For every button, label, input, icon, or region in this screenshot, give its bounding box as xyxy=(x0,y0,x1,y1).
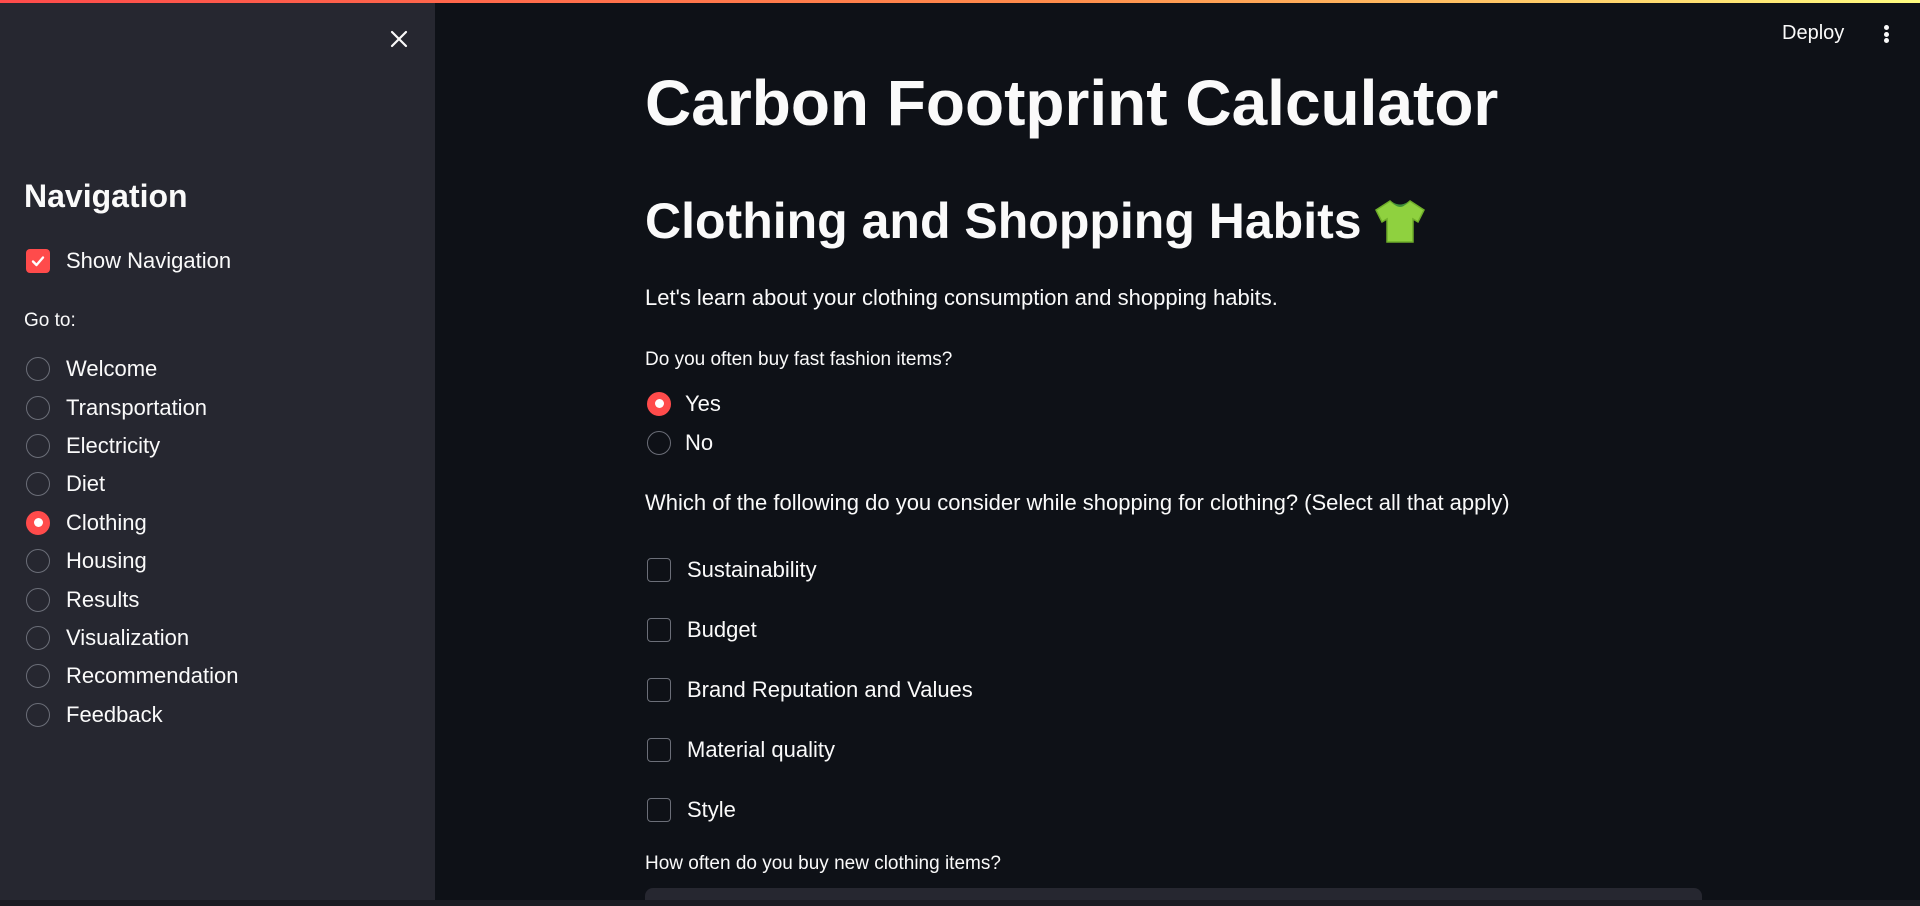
checkbox-brand-reputation[interactable]: Brand Reputation and Values xyxy=(647,660,973,720)
nav-item-label: Clothing xyxy=(66,509,147,535)
nav-item-housing[interactable]: Housing xyxy=(26,542,238,580)
close-sidebar-button[interactable] xyxy=(384,24,414,54)
checkbox-budget[interactable]: Budget xyxy=(647,600,973,660)
nav-item-visualization[interactable]: Visualization xyxy=(26,619,238,657)
checkbox-label: Material quality xyxy=(687,737,835,762)
nav-item-diet[interactable]: Diet xyxy=(26,465,238,503)
checkbox-label: Budget xyxy=(687,617,757,642)
kebab-dot-icon xyxy=(1883,25,1889,30)
nav-item-results[interactable]: Results xyxy=(26,580,238,618)
checkbox-label: Style xyxy=(687,797,736,822)
checkbox-icon xyxy=(647,678,671,702)
deploy-button[interactable]: Deploy xyxy=(1782,22,1844,45)
checkbox-icon xyxy=(647,798,671,822)
checkbox-style[interactable]: Style xyxy=(647,780,973,840)
radio-icon xyxy=(26,472,50,497)
checkbox-icon xyxy=(647,558,671,582)
nav-item-electricity[interactable]: Electricity xyxy=(26,427,238,465)
fast-fashion-option-no[interactable]: No xyxy=(647,423,721,462)
checkbox-icon xyxy=(647,618,671,642)
nav-item-clothing[interactable]: Clothing xyxy=(26,504,238,542)
nav-item-recommendation[interactable]: Recommendation xyxy=(26,657,238,695)
page-title: Carbon Footprint Calculator xyxy=(645,67,1499,139)
section-title-text: Clothing and Shopping Habits xyxy=(645,193,1362,249)
show-navigation-checkbox[interactable]: Show Navigation xyxy=(26,248,231,274)
radio-icon xyxy=(26,702,50,727)
checkbox-icon xyxy=(647,738,671,762)
checkbox-sustainability[interactable]: Sustainability xyxy=(647,540,973,600)
radio-icon xyxy=(26,549,50,574)
nav-item-transportation[interactable]: Transportation xyxy=(26,388,238,426)
checkbox-material-quality[interactable]: Material quality xyxy=(647,720,973,780)
fast-fashion-question-label: Do you often buy fast fashion items? xyxy=(645,349,953,370)
kebab-dot-icon xyxy=(1883,38,1889,43)
nav-item-label: Housing xyxy=(66,548,147,574)
radio-selected-icon xyxy=(26,510,50,535)
checkbox-label: Sustainability xyxy=(687,557,817,582)
goto-label: Go to: xyxy=(24,310,76,331)
radio-selected-icon xyxy=(647,391,671,416)
top-decoration-line xyxy=(0,0,1920,3)
nav-radio-group: Welcome Transportation Electricity Diet … xyxy=(26,350,238,734)
radio-icon xyxy=(26,625,50,650)
section-title: Clothing and Shopping Habits xyxy=(645,192,1428,250)
nav-item-label: Transportation xyxy=(66,394,208,420)
sidebar: Navigation Show Navigation Go to: Welcom… xyxy=(0,0,435,906)
t-shirt-icon xyxy=(1374,200,1425,243)
nav-item-label: Welcome xyxy=(66,356,158,382)
sidebar-title: Navigation xyxy=(24,178,188,214)
nav-item-welcome[interactable]: Welcome xyxy=(26,350,238,388)
radio-icon xyxy=(26,664,50,689)
nav-item-label: Electricity xyxy=(66,432,161,458)
nav-item-label: Diet xyxy=(66,471,106,497)
checkbox-checked-icon xyxy=(26,249,50,273)
radio-icon xyxy=(26,395,50,420)
option-label: Yes xyxy=(685,390,721,416)
shopping-considerations-checkbox-group: Sustainability Budget Brand Reputation a… xyxy=(647,540,973,840)
main-menu-button[interactable] xyxy=(1876,22,1896,46)
radio-icon xyxy=(647,430,671,455)
kebab-dot-icon xyxy=(1883,31,1889,37)
option-label: No xyxy=(685,429,714,455)
radio-icon xyxy=(26,433,50,458)
radio-icon xyxy=(26,587,50,612)
buy-frequency-question-label: How often do you buy new clothing items? xyxy=(645,853,1001,874)
fast-fashion-radio-group: Yes No xyxy=(647,384,721,462)
checkbox-label: Brand Reputation and Values xyxy=(687,677,973,702)
nav-item-label: Recommendation xyxy=(66,663,239,689)
show-navigation-label: Show Navigation xyxy=(66,248,232,273)
nav-item-label: Feedback xyxy=(66,701,163,727)
radio-icon xyxy=(26,357,50,382)
close-icon xyxy=(390,30,408,48)
nav-item-label: Results xyxy=(66,586,140,612)
bottom-edge xyxy=(0,900,1920,906)
nav-item-label: Visualization xyxy=(66,624,190,650)
shopping-considerations-question-label: Which of the following do you consider w… xyxy=(645,490,1510,515)
fast-fashion-option-yes[interactable]: Yes xyxy=(647,384,721,423)
nav-item-feedback[interactable]: Feedback xyxy=(26,696,238,734)
intro-text: Let's learn about your clothing consumpt… xyxy=(645,285,1278,310)
